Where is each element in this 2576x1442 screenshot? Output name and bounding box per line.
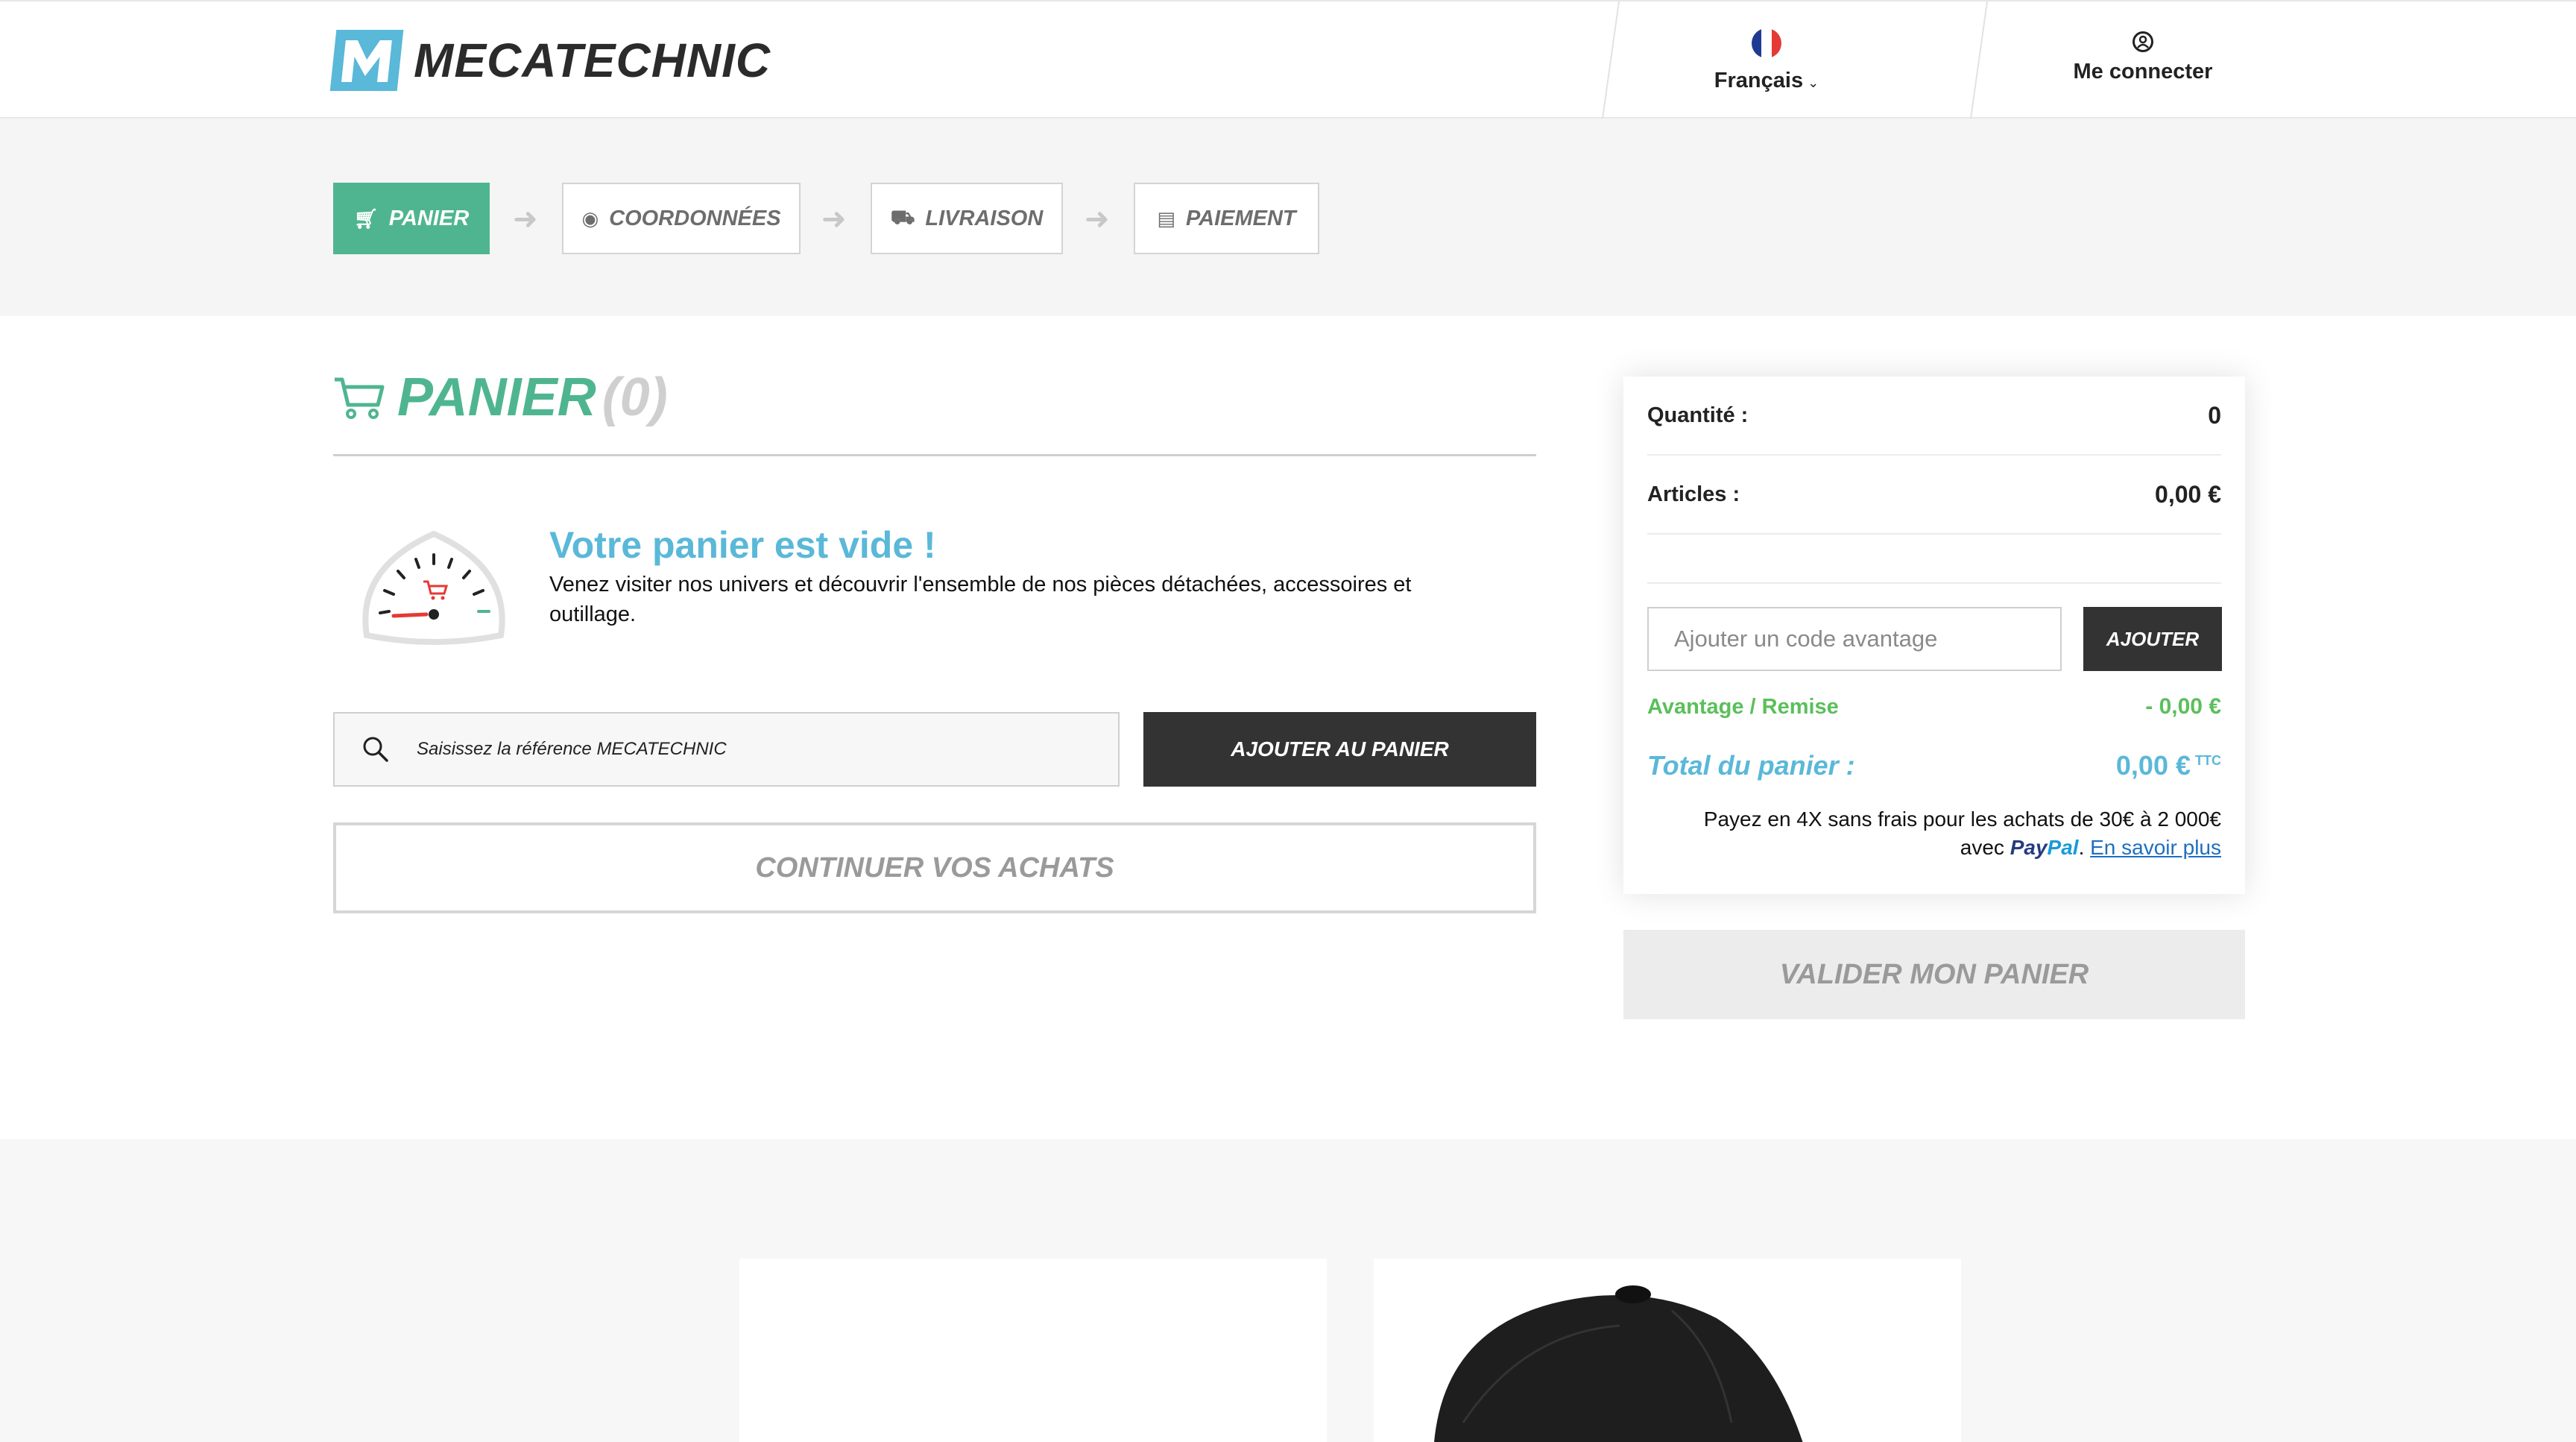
- header-divider: [1601, 1, 1620, 119]
- language-selector[interactable]: Français ⌄: [1625, 28, 1908, 93]
- paypal-avec: avec: [1960, 836, 2004, 859]
- step-label: PANIER: [388, 206, 470, 230]
- truck-icon: ⛟: [890, 205, 915, 228]
- fr-flag-icon: [1752, 28, 1781, 58]
- apply-code-button[interactable]: AJOUTER: [2083, 607, 2222, 671]
- brand-name: MECATECHNIC: [414, 34, 771, 87]
- discount-label: Avantage / Remise: [1647, 694, 1839, 719]
- site-header: MECATECHNIC Français ⌄ Me connecter: [0, 0, 2576, 119]
- step-paiement[interactable]: ▤ PAIEMENT: [1134, 183, 1319, 254]
- product-card[interactable]: [1374, 1259, 1961, 1442]
- recommendations-section: [0, 1139, 2576, 1442]
- arrow-right-icon: ➜: [1085, 203, 1110, 236]
- cart-summary: Quantité : 0 Articles : 0,00 € AJOUTER A…: [1623, 377, 2245, 894]
- cart-icon: 🛒︎: [353, 207, 379, 230]
- discount-row: Avantage / Remise - 0,00 €: [1647, 688, 2221, 725]
- add-to-cart-button[interactable]: AJOUTER AU PANIER: [1143, 712, 1536, 787]
- validate-cart-button[interactable]: VALIDER MON PANIER: [1623, 930, 2245, 1019]
- cap-image: [1434, 1285, 1803, 1442]
- search-icon: [335, 734, 417, 764]
- checkout-steps: 🛒︎ PANIER ➜ ◉ COORDONNÉES ➜ ⛟ LIVRAISON …: [0, 119, 2576, 316]
- login-link[interactable]: Me connecter: [2005, 31, 2281, 84]
- language-label: Français: [1714, 69, 1804, 92]
- divider: [1647, 454, 2221, 456]
- step-label: PAIEMENT: [1185, 206, 1296, 230]
- arrow-right-icon: ➜: [821, 203, 847, 236]
- articles-label: Articles :: [1647, 482, 1740, 506]
- login-label: Me connecter: [2073, 60, 2213, 84]
- step-coordonnees[interactable]: ◉ COORDONNÉES: [562, 183, 801, 254]
- step-label: COORDONNÉES: [609, 206, 781, 230]
- header-divider: [1969, 1, 1989, 119]
- speedometer-cart-icon: [362, 530, 505, 645]
- ttc-label: TTC: [2195, 753, 2221, 768]
- cart-title: PANIER: [397, 368, 596, 427]
- empty-cart-text: Venez visiter nos univers et découvrir l…: [549, 573, 1412, 626]
- discount-value: - 0,00 €: [2145, 694, 2221, 719]
- quantity-label: Quantité :: [1647, 403, 1749, 427]
- step-panier[interactable]: 🛒︎ PANIER: [333, 183, 490, 254]
- paypal-info: Payez en 4X sans frais pour les achats d…: [1647, 805, 2221, 862]
- articles-row: Articles : 0,00 €: [1647, 472, 2221, 517]
- total-row: Total du panier : 0,00 € TTC: [1647, 743, 2221, 788]
- brand-logo[interactable]: MECATECHNIC: [329, 30, 771, 91]
- continue-shopping-button[interactable]: CONTINUER VOS ACHATS: [333, 822, 1536, 913]
- empty-cart-title: Votre panier est vide !: [549, 524, 936, 566]
- promo-code-input[interactable]: [1647, 607, 2062, 671]
- quantity-row: Quantité : 0: [1647, 393, 2221, 438]
- reference-search: [333, 712, 1120, 787]
- divider: [1647, 533, 2221, 535]
- total-label: Total du panier :: [1647, 750, 1855, 781]
- chevron-down-icon: ⌄: [1808, 75, 1819, 90]
- user-icon: ◉: [581, 207, 599, 230]
- cart-icon: [335, 377, 385, 419]
- cart-count: (0): [602, 368, 668, 427]
- divider: [1647, 582, 2221, 584]
- total-value: 0,00 €: [2115, 750, 2191, 781]
- paypal-installments-text: Payez en 4X sans frais pour les achats d…: [1703, 807, 2221, 831]
- step-label: LIVRAISON: [925, 206, 1044, 230]
- user-icon: [2133, 31, 2153, 52]
- logo-mark-icon: [329, 30, 404, 91]
- arrow-right-icon: ➜: [513, 203, 538, 236]
- page-title: PANIER (0): [333, 367, 668, 428]
- step-livraison[interactable]: ⛟ LIVRAISON: [871, 183, 1063, 254]
- divider: [333, 454, 1536, 456]
- reference-input[interactable]: [417, 739, 1087, 760]
- payment-icon: ▤: [1157, 207, 1175, 230]
- paypal-logo: PayPal: [2010, 836, 2079, 859]
- articles-value: 0,00 €: [2155, 480, 2221, 508]
- quantity-value: 0: [2208, 401, 2221, 429]
- paypal-learn-more-link[interactable]: En savoir plus: [2090, 836, 2221, 859]
- product-card[interactable]: [739, 1259, 1327, 1442]
